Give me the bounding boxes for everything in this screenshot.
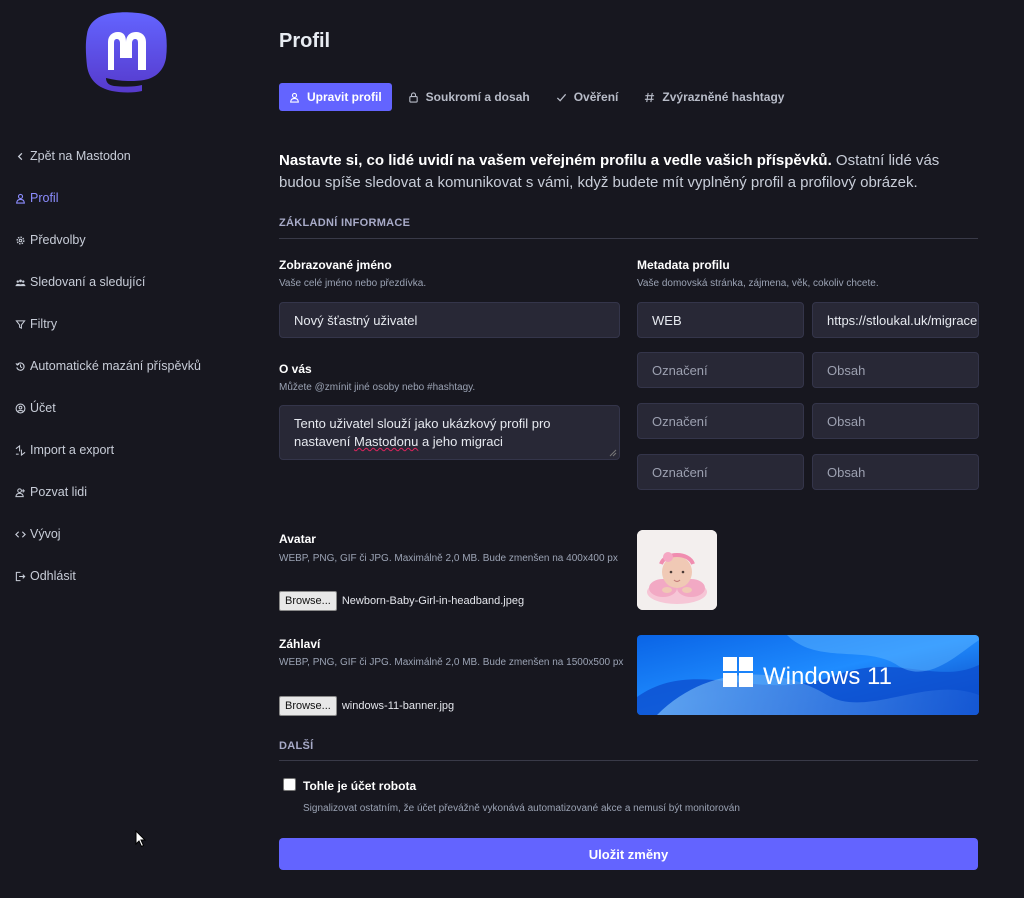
metadata-name-input-1[interactable]: WEB bbox=[637, 302, 804, 338]
chevron-left-icon bbox=[12, 148, 28, 164]
account-circle-icon bbox=[12, 400, 28, 416]
section-divider bbox=[279, 238, 978, 239]
tab-featured-hashtags[interactable]: Zvýrazněné hashtagy bbox=[634, 83, 794, 111]
metadata-value-input-3[interactable]: Obsah bbox=[812, 403, 979, 439]
code-icon bbox=[12, 526, 28, 542]
sidebar-item-logout[interactable]: Odhlásit bbox=[12, 563, 76, 589]
metadata-name-input-3[interactable]: Označení bbox=[637, 403, 804, 439]
mastodon-logo[interactable] bbox=[84, 12, 168, 102]
header-browse-button[interactable]: Browse... bbox=[279, 696, 337, 716]
sidebar-item-development[interactable]: Vývoj bbox=[12, 521, 61, 547]
metadata-value-input-2[interactable]: Obsah bbox=[812, 352, 979, 388]
avatar-preview bbox=[637, 530, 717, 610]
display-name-hint: Vaše celé jméno nebo přezdívka. bbox=[279, 278, 427, 289]
person-icon bbox=[290, 92, 299, 103]
metadata-hint: Vaše domovská stránka, zájmena, věk, cok… bbox=[637, 278, 879, 289]
tab-label: Upravit profil bbox=[307, 90, 382, 104]
avatar-hint: WEBP, PNG, GIF či JPG. Maximálně 2,0 MB.… bbox=[279, 553, 618, 564]
sidebar-item-label: Sledovaní a sledující bbox=[30, 275, 146, 289]
sidebar-item-profile[interactable]: Profil bbox=[12, 185, 58, 211]
section-title-other: DALŠÍ bbox=[279, 740, 314, 752]
hashtag-icon bbox=[645, 92, 655, 102]
filter-icon bbox=[12, 316, 28, 332]
sidebar-item-label: Odhlásit bbox=[30, 569, 76, 583]
sidebar-item-import-export[interactable]: Import a export bbox=[12, 437, 114, 463]
metadata-value-input-4[interactable]: Obsah bbox=[812, 454, 979, 490]
sidebar-item-label: Profil bbox=[30, 191, 59, 205]
tab-label: Soukromí a dosah bbox=[425, 90, 530, 104]
bot-label[interactable]: Tohle je účet robota bbox=[303, 779, 416, 793]
tab-label: Zvýrazněné hashtagy bbox=[662, 90, 785, 104]
bio-text: a jeho migraci bbox=[418, 434, 503, 449]
header-banner-text: Windows 11 bbox=[763, 663, 892, 690]
lock-icon bbox=[408, 91, 418, 103]
section-title-basic: ZÁKLADNÍ INFORMACE bbox=[279, 217, 411, 229]
section-divider bbox=[279, 760, 978, 761]
sidebar-item-preferences[interactable]: Předvolby bbox=[12, 227, 86, 253]
sidebar-item-follows[interactable]: Sledovaní a sledující bbox=[12, 269, 145, 295]
bio-text-misspelled: Mastodonu bbox=[354, 434, 419, 449]
sidebar-item-filters[interactable]: Filtry bbox=[12, 311, 57, 337]
sidebar-item-label: Automatické mazání příspěvků bbox=[30, 359, 201, 373]
sidebar-item-label: Předvolby bbox=[30, 233, 86, 247]
metadata-name-input-4[interactable]: Označení bbox=[637, 454, 804, 490]
display-name-input[interactable]: Nový šťastný uživatel bbox=[279, 302, 620, 338]
header-preview: Windows 11 bbox=[637, 635, 979, 715]
sidebar-item-auto-delete[interactable]: Automatické mazání příspěvků bbox=[12, 353, 201, 379]
avatar-file-input: Browse... Newborn-Baby-Girl-in-headband.… bbox=[279, 591, 524, 611]
sidebar-item-label: Import a export bbox=[30, 443, 115, 457]
metadata-name-input-2[interactable]: Označení bbox=[637, 352, 804, 388]
import-export-icon bbox=[12, 442, 28, 458]
mouse-cursor-icon bbox=[135, 830, 147, 848]
bio-textarea[interactable]: Tento uživatel slouží jako ukázkový prof… bbox=[279, 405, 620, 460]
sidebar-item-label: Filtry bbox=[30, 317, 58, 331]
person-icon bbox=[12, 190, 28, 206]
avatar-browse-button[interactable]: Browse... bbox=[279, 591, 337, 611]
save-button[interactable]: Uložit změny bbox=[279, 838, 978, 870]
header-label: Záhlaví bbox=[279, 637, 321, 651]
sidebar-item-back[interactable]: Zpět na Mastodon bbox=[12, 143, 131, 169]
sidebar-item-account[interactable]: Účet bbox=[12, 395, 56, 421]
sidebar-item-label: Vývoj bbox=[30, 527, 61, 541]
check-icon bbox=[556, 93, 566, 102]
tab-verification[interactable]: Ověření bbox=[546, 83, 629, 111]
bot-hint: Signalizovat ostatním, že účet převážně … bbox=[303, 803, 740, 814]
intro-bold: Nastavte si, co lidé uvidí na vašem veře… bbox=[279, 152, 832, 169]
bot-checkbox[interactable] bbox=[283, 778, 296, 791]
avatar-image bbox=[637, 530, 717, 610]
sidebar-item-label: Pozvat lidi bbox=[30, 485, 87, 499]
header-file-name: windows-11-banner.jpg bbox=[341, 700, 455, 712]
header-hint: WEBP, PNG, GIF či JPG. Maximálně 2,0 MB.… bbox=[279, 657, 624, 668]
tab-edit-profile[interactable]: Upravit profil bbox=[279, 83, 392, 111]
bio-label: O vás bbox=[279, 362, 312, 376]
sidebar-item-label: Zpět na Mastodon bbox=[30, 149, 131, 163]
sidebar-item-invite[interactable]: Pozvat lidi bbox=[12, 479, 87, 505]
avatar-label: Avatar bbox=[279, 532, 316, 546]
person-add-icon bbox=[12, 484, 28, 500]
header-image: Windows 11 bbox=[637, 635, 979, 715]
display-name-label: Zobrazované jméno bbox=[279, 258, 392, 272]
metadata-value-input-1[interactable]: https://stloukal.uk/migrace bbox=[812, 302, 979, 338]
tab-privacy[interactable]: Soukromí a dosah bbox=[398, 83, 540, 111]
intro-text: Nastavte si, co lidé uvidí na vašem veře… bbox=[279, 150, 984, 193]
metadata-label: Metadata profilu bbox=[637, 258, 730, 272]
logout-icon bbox=[12, 568, 28, 584]
sidebar-item-label: Účet bbox=[30, 401, 56, 415]
page-title: Profil bbox=[279, 30, 331, 52]
tab-label: Ověření bbox=[573, 90, 619, 104]
resize-handle-icon[interactable] bbox=[609, 449, 617, 457]
history-icon bbox=[12, 358, 28, 374]
gear-icon bbox=[12, 232, 28, 248]
people-icon bbox=[12, 274, 28, 290]
avatar-file-name: Newborn-Baby-Girl-in-headband.jpeg bbox=[341, 595, 525, 607]
header-file-input: Browse... windows-11-banner.jpg bbox=[279, 696, 454, 716]
bio-hint: Můžete @zmínit jiné osoby nebo #hashtagy… bbox=[279, 382, 476, 393]
tab-bar: Upravit profil Soukromí a dosah Ověření … bbox=[279, 83, 800, 111]
